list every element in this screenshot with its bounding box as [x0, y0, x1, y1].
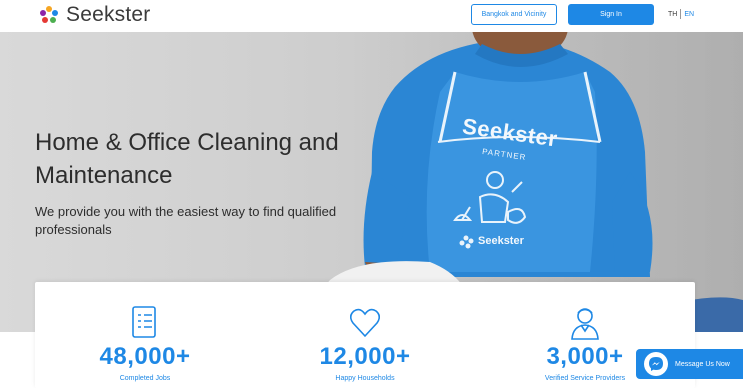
site-header: Seekster Bangkok and Vicinity Sign In TH… [0, 0, 743, 32]
stats-card: 48,000+ Completed Jobs 12,000+ Happy Hou… [35, 282, 695, 388]
brand-name: Seekster [66, 3, 151, 26]
stat-number: 48,000+ [99, 343, 191, 370]
lang-th-link[interactable]: TH [668, 11, 677, 18]
lang-divider [680, 9, 682, 19]
document-checklist-icon [132, 306, 156, 338]
hero-subtitle: We provide you with the easiest way to f… [35, 204, 337, 237]
stat-label: Completed Jobs [119, 375, 171, 382]
stat-label: Happy Households [335, 375, 395, 382]
area-select-button[interactable]: Bangkok and Vicinity [471, 4, 557, 25]
stat-number: 12,000+ [319, 343, 411, 370]
apron-logo-text: Seekster [478, 235, 524, 247]
language-switcher: TH EN [668, 9, 694, 19]
heart-icon [350, 308, 380, 338]
seekster-flower-icon [40, 6, 58, 23]
stat-completed-jobs: 48,000+ Completed Jobs [35, 282, 255, 388]
worker-avatar-icon [571, 308, 599, 340]
sign-in-button[interactable]: Sign In [568, 4, 654, 25]
messenger-icon [644, 352, 668, 376]
messenger-chat-button[interactable]: Message Us Now [636, 349, 743, 379]
stat-happy-households: 12,000+ Happy Households [255, 282, 475, 388]
brand-logo[interactable]: Seekster [38, 3, 150, 27]
messenger-label: Message Us Now [675, 360, 730, 368]
lang-en-link[interactable]: EN [684, 11, 694, 18]
hero-title: Home & Office Cleaning and Maintenance [35, 129, 339, 189]
